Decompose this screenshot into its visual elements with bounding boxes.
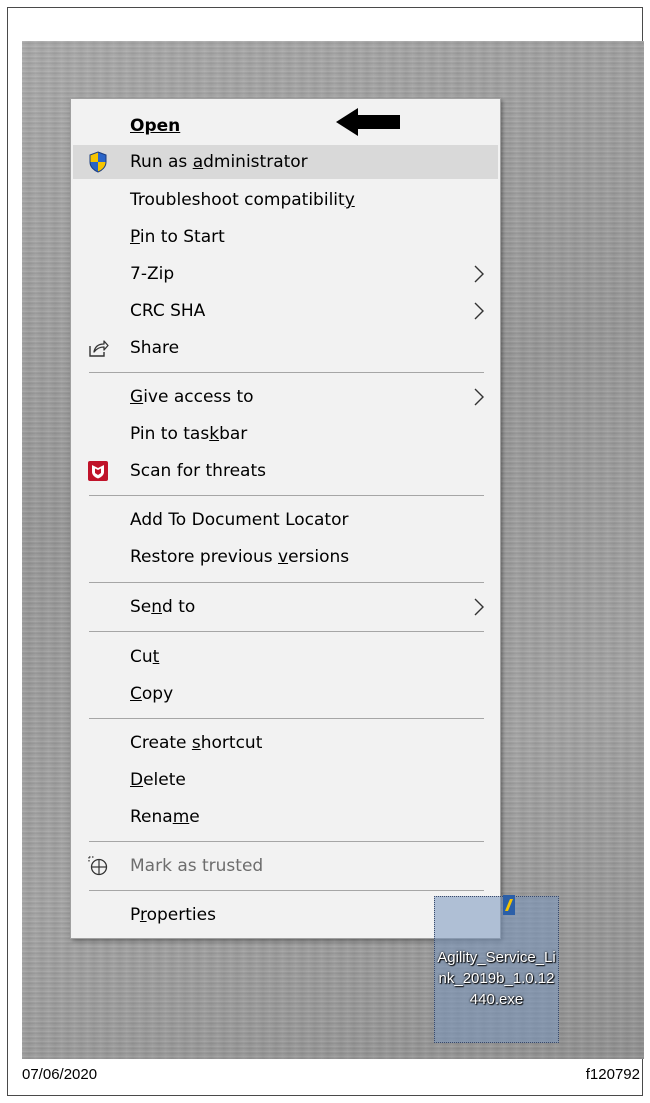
menu-separator (89, 718, 484, 719)
menu-item-pin-to-taskbar[interactable]: Pin to taskbar (73, 417, 498, 451)
menu-item-label: Cut (130, 647, 160, 667)
context-menu: Open Run as administrator Troubleshoot c… (70, 98, 501, 939)
menu-separator (89, 582, 484, 583)
menu-item-add-to-document-locator[interactable]: Add To Document Locator (73, 503, 498, 537)
menu-item-pin-to-start[interactable]: Pin to Start (73, 220, 498, 254)
menu-item-open[interactable]: Open (73, 109, 498, 143)
menu-item-label: Copy (130, 684, 174, 704)
menu-item-label: Send to (130, 597, 196, 617)
uac-shield-icon (87, 151, 109, 173)
menu-item-label: Pin to taskbar (130, 424, 248, 444)
menu-item-restore-previous-versions[interactable]: Restore previous versions (73, 540, 498, 574)
menu-item-create-shortcut[interactable]: Create shortcut (73, 726, 498, 760)
menu-item-troubleshoot-compatibility[interactable]: Troubleshoot compatibility (73, 183, 498, 217)
menu-separator (89, 631, 484, 632)
desktop-file-name: Agility_Service_Link_2019b_1.0.12440.exe (437, 949, 556, 1008)
menu-item-label: Pin to Start (130, 227, 225, 247)
menu-item-delete[interactable]: Delete (73, 763, 498, 797)
menu-item-label: Share (130, 338, 180, 358)
chevron-right-icon (474, 302, 484, 320)
menu-item-crc-sha[interactable]: CRC SHA (73, 294, 498, 328)
menu-item-label: Properties (130, 905, 216, 925)
menu-item-cut[interactable]: Cut (73, 640, 498, 674)
menu-item-label: Create shortcut (130, 733, 263, 753)
menu-separator (89, 841, 484, 842)
menu-separator (89, 372, 484, 373)
desktop-screenshot: Open Run as administrator Troubleshoot c… (22, 41, 644, 1059)
menu-item-label: CRC SHA (130, 301, 206, 321)
menu-item-label: 7-Zip (130, 264, 175, 284)
menu-item-give-access-to[interactable]: Give access to (73, 380, 498, 414)
menu-item-label: Mark as trusted (130, 856, 264, 876)
exe-file-icon (501, 895, 517, 919)
menu-item-label: Rename (130, 807, 200, 827)
menu-item-label: Delete (130, 770, 186, 790)
chevron-right-icon (474, 388, 484, 406)
menu-item-scan-for-threats[interactable]: Scan for threats (73, 454, 498, 488)
figure-id: f120792 (585, 1066, 640, 1083)
menu-item-label: Add To Document Locator (130, 510, 349, 530)
menu-item-mark-as-trusted[interactable]: Mark as trusted (73, 849, 498, 883)
menu-separator (89, 890, 484, 891)
menu-item-7-zip[interactable]: 7-Zip (73, 257, 498, 291)
chevron-right-icon (474, 265, 484, 283)
menu-separator (89, 495, 484, 496)
menu-item-label: Run as administrator (130, 152, 308, 172)
menu-item-label: Scan for threats (130, 461, 266, 481)
menu-item-rename[interactable]: Rename (73, 800, 498, 834)
menu-item-label: Give access to (130, 387, 254, 407)
figure-date: 07/06/2020 (22, 1066, 98, 1083)
share-icon (87, 337, 109, 359)
menu-item-label: Troubleshoot compatibility (130, 190, 355, 210)
menu-item-share[interactable]: Share (73, 331, 498, 365)
menu-item-label: Restore previous versions (130, 547, 350, 567)
mcafee-shield-icon (87, 460, 109, 482)
desktop-file-icon[interactable]: Agility_Service_Link_2019b_1.0.12440.exe (434, 895, 559, 1043)
callout-arrow-icon (336, 108, 400, 136)
menu-item-run-as-administrator[interactable]: Run as administrator (73, 145, 498, 179)
menu-item-label: Open (130, 116, 181, 136)
trusted-globe-icon (87, 855, 109, 877)
menu-item-send-to[interactable]: Send to (73, 590, 498, 624)
menu-item-copy[interactable]: Copy (73, 677, 498, 711)
chevron-right-icon (474, 598, 484, 616)
